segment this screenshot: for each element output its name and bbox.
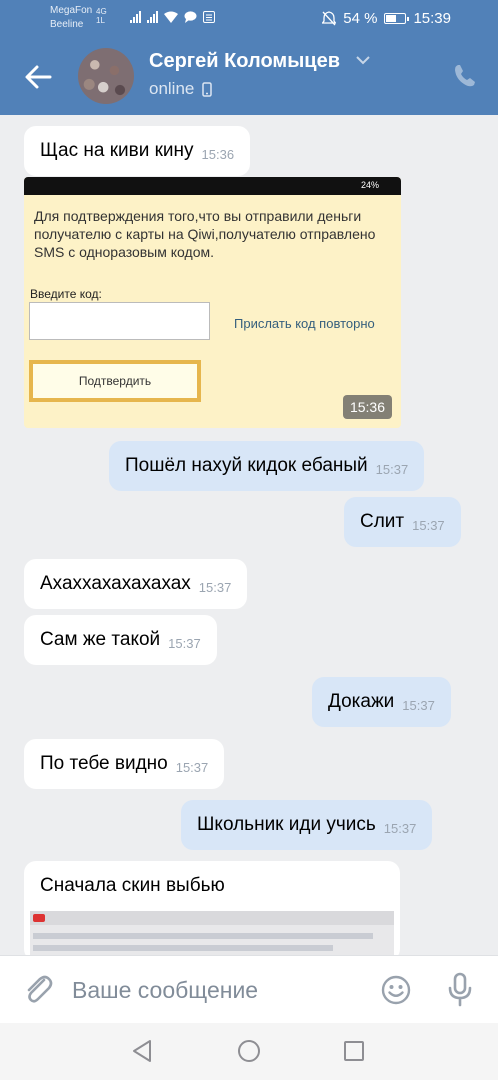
online-status: online <box>149 79 213 99</box>
message-incoming[interactable]: По тебе видно 15:37 <box>24 739 225 789</box>
clock: 15:39 <box>413 10 451 27</box>
message-text: Пошёл нахуй кидок ебаный <box>125 455 368 476</box>
message-outgoing[interactable]: Пошёл нахуй кидок ебаный 15:37 <box>109 441 425 491</box>
screenshot-code-label: Введите код: <box>30 287 102 301</box>
message-text: Слит <box>360 511 405 532</box>
message-incoming[interactable]: Щас на киви кину 15:36 <box>24 126 251 176</box>
message-input[interactable] <box>72 970 362 1010</box>
phone-icon[interactable] <box>452 63 478 89</box>
carrier-name-2: Beeline <box>50 19 84 30</box>
screenshot-body-text: Для подтверждения того,что вы отправили … <box>34 208 376 260</box>
network-type: 4G 1L <box>96 7 107 25</box>
nav-back-icon[interactable] <box>131 1039 153 1063</box>
chat-header: Сергей Коломыцев online <box>0 38 498 115</box>
news-icon <box>203 11 215 23</box>
message-outgoing[interactable]: Слит 15:37 <box>344 497 461 547</box>
status-right: 54 % 15:39 <box>322 10 451 27</box>
mute-bell-icon <box>322 11 337 26</box>
chat-bubble-icon <box>184 11 197 23</box>
message-incoming[interactable]: Сам же такой 15:37 <box>24 615 217 665</box>
message-time: 15:37 <box>412 518 445 533</box>
signal-bars-2-icon <box>147 11 158 23</box>
battery-icon <box>384 13 410 24</box>
message-text: Сначала скин выбью <box>40 875 225 896</box>
nav-recents-icon[interactable] <box>343 1040 365 1062</box>
message-time: 15:37 <box>168 636 201 651</box>
image-attachment[interactable] <box>30 911 394 961</box>
carrier-info: MegaFon Beeline <box>50 4 92 32</box>
message-text: Докажи <box>328 691 395 712</box>
message-text: Сам же такой <box>40 629 161 650</box>
message-text: Щас на киви кину <box>40 140 194 161</box>
message-time: 15:37 <box>402 698 435 713</box>
system-nav-bar <box>0 1023 498 1080</box>
screenshot-battery: 24% <box>360 180 379 190</box>
message-time: 15:37 <box>198 580 232 595</box>
status-bar: MegaFon Beeline 4G 1L 54 % 15:39 <box>0 0 498 38</box>
attachment-time: 15:36 <box>342 395 392 419</box>
screenshot-attachment[interactable]: 24% Для подтверждения того,что вы отправ… <box>24 177 401 428</box>
message-time: 15:37 <box>175 760 209 775</box>
screenshot-code-field <box>29 302 210 340</box>
nav-home-icon[interactable] <box>237 1039 261 1063</box>
message-outgoing[interactable]: Докажи 15:37 <box>312 677 451 727</box>
microphone-icon[interactable] <box>446 972 474 1008</box>
screenshot-confirm-button: Подтвердить <box>29 360 201 402</box>
carrier-name-1: MegaFon <box>50 5 93 16</box>
message-time: 15:37 <box>375 462 409 477</box>
emoji-icon[interactable] <box>380 974 412 1006</box>
message-text: Школьник иди учись <box>197 814 376 835</box>
mobile-device-icon <box>202 81 213 97</box>
paperclip-icon[interactable] <box>22 972 54 1006</box>
video-logo-icon <box>33 914 45 922</box>
message-time: 15:36 <box>201 147 235 162</box>
avatar[interactable] <box>78 48 134 104</box>
screenshot-status-bar: 24% <box>24 177 401 195</box>
message-text: Ахаххахахахахах <box>40 573 191 594</box>
message-incoming[interactable]: Ахаххахахахахах 15:37 <box>24 559 248 609</box>
back-arrow-icon[interactable] <box>22 61 54 93</box>
signal-bars-icon <box>130 11 141 23</box>
contact-name[interactable]: Сергей Коломыцев <box>149 50 340 73</box>
message-incoming[interactable]: Сначала скин выбью <box>24 861 400 961</box>
signal-icons <box>130 11 215 23</box>
message-time: 15:37 <box>383 821 417 836</box>
message-outgoing[interactable]: Школьник иди учись 15:37 <box>181 800 433 850</box>
battery-percent: 54 % <box>343 10 378 27</box>
message-composer <box>0 955 498 1023</box>
wifi-icon <box>164 11 178 23</box>
screenshot-resend-link: Прислать код повторно <box>234 316 375 331</box>
message-text: По тебе видно <box>40 753 168 774</box>
chevron-down-icon[interactable] <box>356 56 370 65</box>
